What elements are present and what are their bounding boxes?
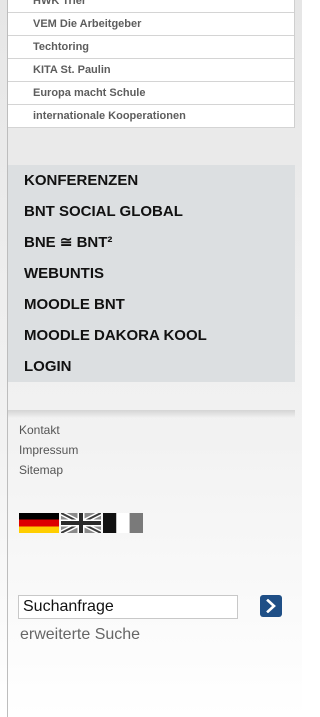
submenu-item-hwk-trier[interactable]: HWK Trier bbox=[8, 0, 294, 13]
french-flag-icon[interactable] bbox=[103, 513, 143, 533]
menu-item-konferenzen[interactable]: KONFERENZEN bbox=[8, 165, 295, 196]
submenu-item-techtoring[interactable]: Techtoring bbox=[8, 36, 294, 59]
link-impressum[interactable]: Impressum bbox=[19, 440, 78, 460]
search-input[interactable] bbox=[18, 595, 238, 619]
main-menu: KONFERENZEN BNT SOCIAL GLOBAL BNE ≅ BNT²… bbox=[8, 165, 295, 382]
submenu-item-vem[interactable]: VEM Die Arbeitgeber bbox=[8, 13, 294, 36]
menu-item-login[interactable]: LOGIN bbox=[8, 351, 295, 382]
submenu-item-europa[interactable]: Europa macht Schule bbox=[8, 82, 294, 105]
search-submit-button[interactable] bbox=[260, 595, 282, 617]
menu-item-moodle-bnt[interactable]: MOODLE BNT bbox=[8, 289, 295, 320]
chevron-right-icon bbox=[266, 599, 276, 613]
submenu-item-kita[interactable]: KITA St. Paulin bbox=[8, 59, 294, 82]
advanced-search-link[interactable]: erweiterte Suche bbox=[20, 626, 140, 644]
footer-links: Kontakt Impressum Sitemap bbox=[19, 420, 78, 480]
submenu-item-kooperationen[interactable]: internationale Kooperationen bbox=[8, 105, 294, 128]
uk-flag-icon[interactable] bbox=[59, 510, 103, 536]
link-sitemap[interactable]: Sitemap bbox=[19, 460, 78, 480]
menu-shadow bbox=[8, 410, 295, 418]
menu-item-webuntis[interactable]: WEBUNTIS bbox=[8, 258, 295, 289]
menu-item-bne-bnt[interactable]: BNE ≅ BNT² bbox=[8, 227, 295, 258]
link-kontakt[interactable]: Kontakt bbox=[19, 420, 78, 440]
menu-item-moodle-dakora-kool[interactable]: MOODLE DAKORA KOOL bbox=[8, 320, 295, 351]
menu-item-bnt-social-global[interactable]: BNT SOCIAL GLOBAL bbox=[8, 196, 295, 227]
submenu-list: HWK Trier VEM Die Arbeitgeber Techtoring… bbox=[8, 0, 295, 128]
german-flag-icon[interactable] bbox=[19, 513, 59, 533]
